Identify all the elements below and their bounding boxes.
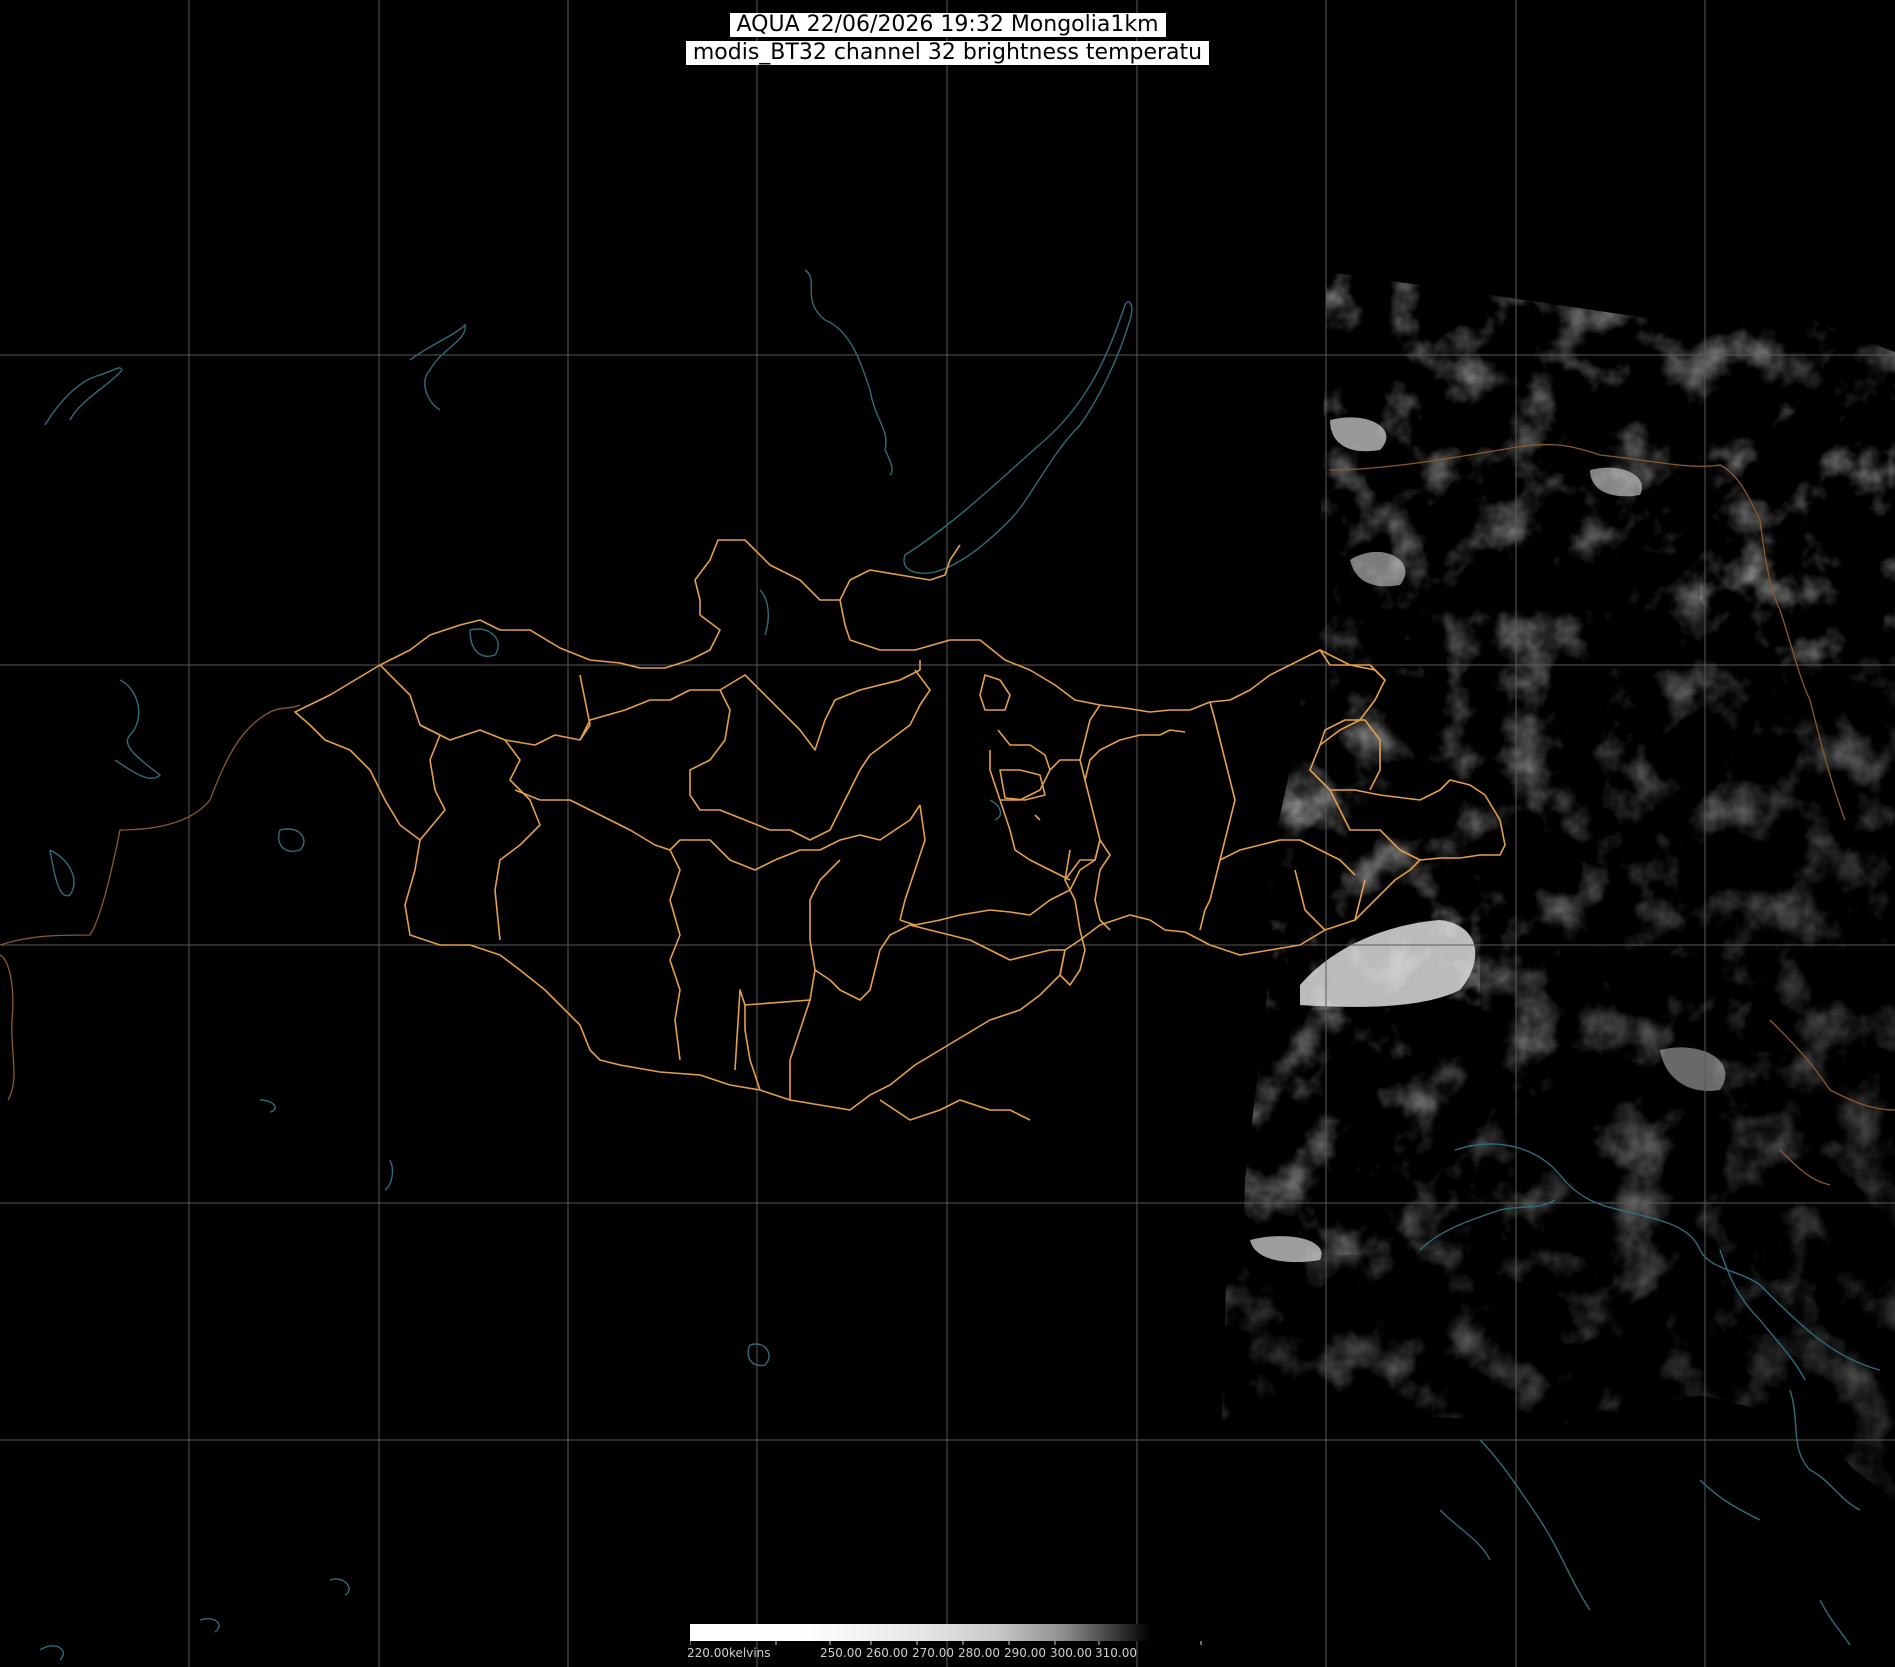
- legend-label-220: 220.00kelvins: [687, 1646, 771, 1660]
- title-line-1: AQUA 22/06/2026 19:32 Mongolia1km: [729, 13, 1166, 37]
- satellite-map: [0, 0, 1895, 1667]
- legend-label-310: 310.00: [1095, 1646, 1137, 1660]
- title-line-2-box: modis_BT32 channel 32 brightness tempera…: [0, 41, 1895, 65]
- legend-label-300: 300.00: [1050, 1646, 1092, 1660]
- legend-label-290: 290.00: [1004, 1646, 1046, 1660]
- legend-label-280: 280.00: [958, 1646, 1000, 1660]
- legend-label-250: 250.00: [820, 1646, 862, 1660]
- legend-label-260: 260.00: [866, 1646, 908, 1660]
- legend-label-270: 270.00: [912, 1646, 954, 1660]
- legend-ramp: [690, 1624, 1202, 1641]
- legend-ticks: [690, 1641, 1202, 1645]
- swath-image: [1222, 272, 1895, 1500]
- title-line-2: modis_BT32 channel 32 brightness tempera…: [685, 41, 1210, 65]
- color-legend: 220.00kelvins 250.00 260.00 270.00 280.0…: [687, 1624, 1202, 1664]
- title-line-1-box: AQUA 22/06/2026 19:32 Mongolia1km: [0, 13, 1895, 37]
